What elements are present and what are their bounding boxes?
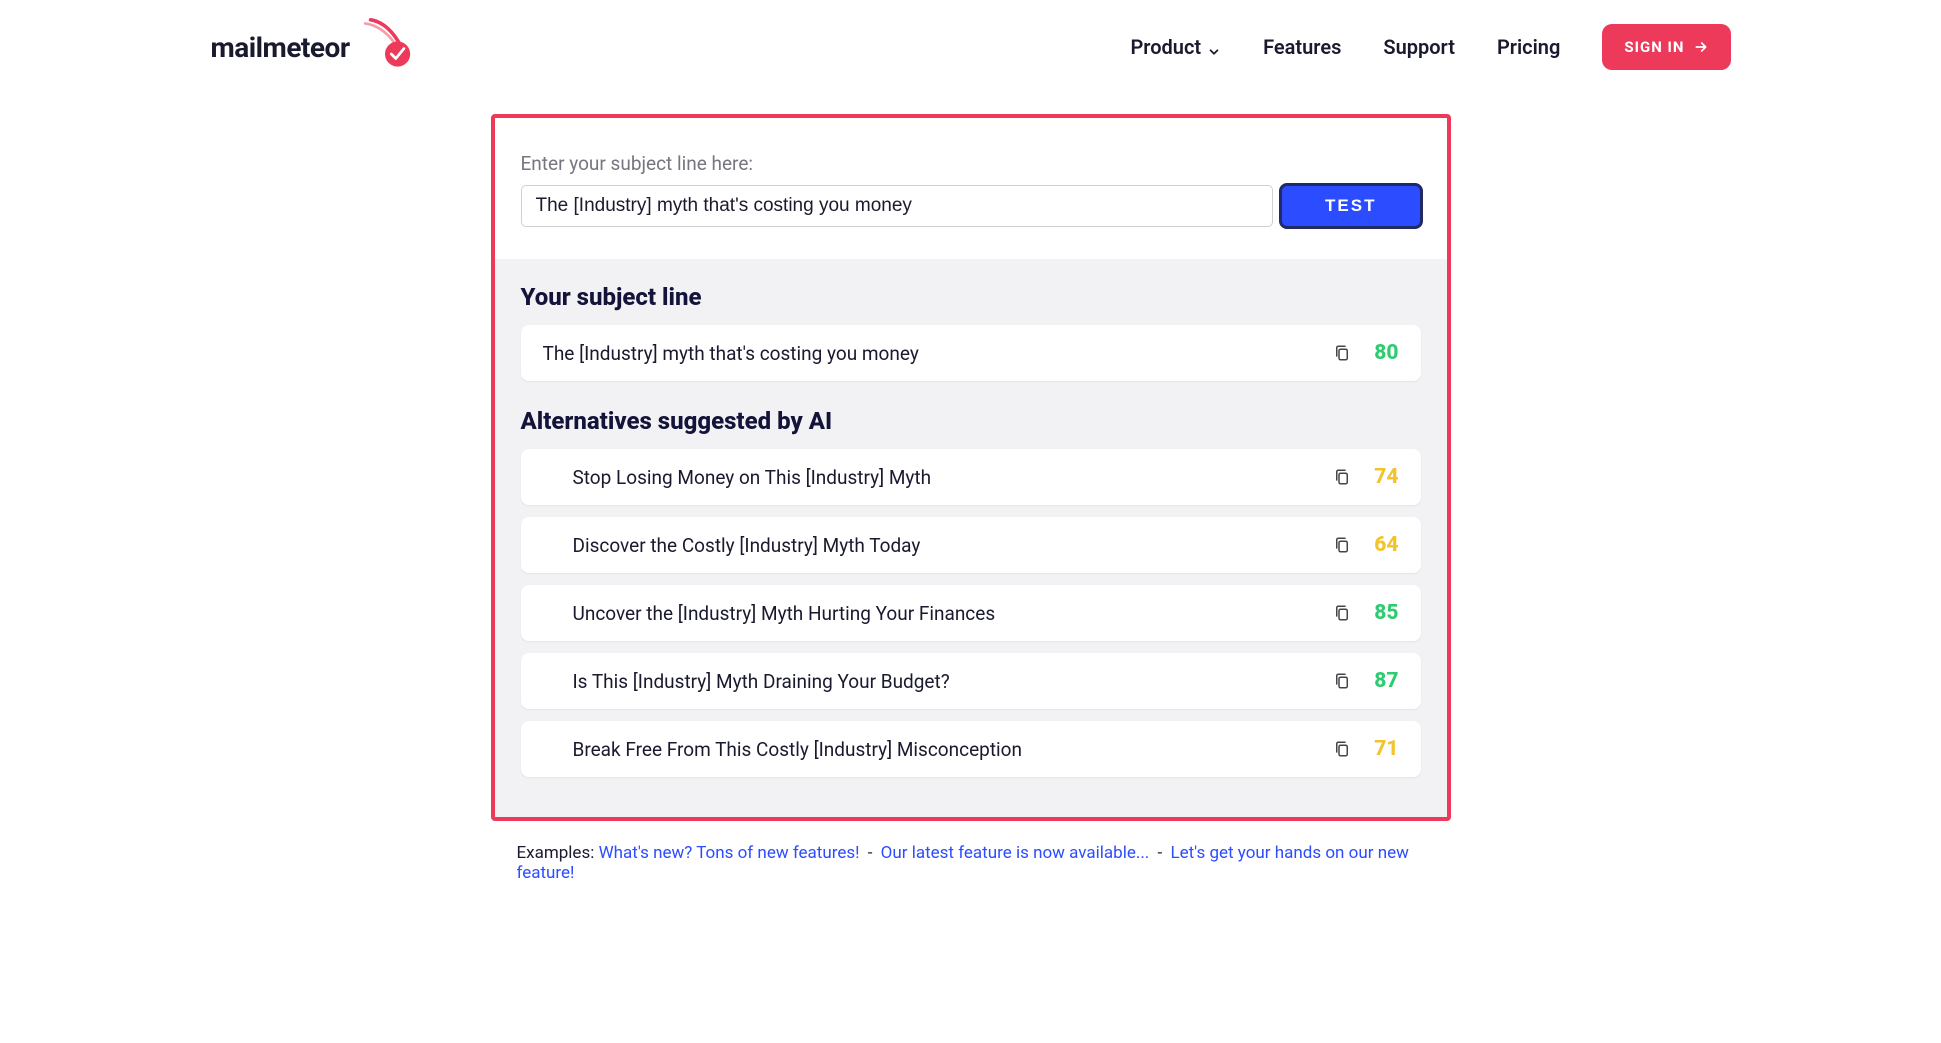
alternative-card: Stop Losing Money on This [Industry] Myt… — [521, 449, 1421, 505]
copy-icon[interactable] — [1333, 466, 1351, 488]
signin-label: SIGN IN — [1624, 38, 1684, 56]
subject-line-tester: Enter your subject line here: TEST Your … — [491, 114, 1451, 821]
copy-icon[interactable] — [1333, 342, 1351, 364]
brand-name: mailmeteor — [211, 31, 350, 64]
examples-row: Examples: What's new? Tons of new featur… — [491, 843, 1451, 883]
alternative-card: Break Free From This Costly [Industry] M… — [521, 721, 1421, 777]
input-area: Enter your subject line here: TEST — [495, 118, 1447, 259]
meteor-icon — [358, 18, 412, 72]
your-subject-text: The [Industry] myth that's costing you m… — [543, 342, 1315, 365]
nav-product[interactable]: Product — [1130, 35, 1221, 59]
alternative-text: Break Free From This Costly [Industry] M… — [543, 738, 1315, 761]
example-link[interactable]: Our latest feature is now available... — [881, 843, 1150, 863]
example-link[interactable]: What's new? Tons of new features! — [599, 843, 860, 863]
site-header: mailmeteor Product Features Support Pric… — [211, 20, 1731, 114]
main-nav: Product Features Support Pricing SIGN IN — [1130, 24, 1730, 70]
your-subject-title: Your subject line — [521, 283, 1421, 311]
nav-product-label: Product — [1130, 35, 1201, 59]
separator: - — [1153, 843, 1166, 863]
alternative-text: Discover the Costly [Industry] Myth Toda… — [543, 534, 1315, 557]
examples-label: Examples: — [517, 843, 595, 863]
alternative-score: 74 — [1369, 465, 1399, 489]
alternative-card: Uncover the [Industry] Myth Hurting Your… — [521, 585, 1421, 641]
alternatives-title: Alternatives suggested by AI — [521, 407, 1421, 435]
separator: - — [864, 843, 877, 863]
alternative-score: 64 — [1369, 533, 1399, 557]
alternative-text: Is This [Industry] Myth Draining Your Bu… — [543, 670, 1315, 693]
your-subject-score: 80 — [1369, 341, 1399, 365]
input-row: TEST — [521, 185, 1421, 227]
copy-icon[interactable] — [1333, 534, 1351, 556]
alternatives-list: Stop Losing Money on This [Industry] Myt… — [521, 449, 1421, 777]
your-subject-card: The [Industry] myth that's costing you m… — [521, 325, 1421, 381]
signin-button[interactable]: SIGN IN — [1602, 24, 1730, 70]
alternative-text: Stop Losing Money on This [Industry] Myt… — [543, 466, 1315, 489]
nav-pricing[interactable]: Pricing — [1497, 35, 1560, 59]
nav-support[interactable]: Support — [1383, 35, 1455, 59]
chevron-down-icon — [1207, 40, 1221, 54]
test-button[interactable]: TEST — [1281, 185, 1420, 227]
alternative-card: Is This [Industry] Myth Draining Your Bu… — [521, 653, 1421, 709]
alternative-score: 85 — [1369, 601, 1399, 625]
alternative-card: Discover the Costly [Industry] Myth Toda… — [521, 517, 1421, 573]
alternative-score: 71 — [1369, 737, 1399, 761]
input-label: Enter your subject line here: — [521, 152, 1421, 175]
results-area: Your subject line The [Industry] myth th… — [495, 259, 1447, 817]
copy-icon[interactable] — [1333, 602, 1351, 624]
brand[interactable]: mailmeteor — [211, 20, 412, 74]
nav-features[interactable]: Features — [1263, 35, 1341, 59]
subject-input[interactable] — [521, 185, 1274, 227]
alternative-score: 87 — [1369, 669, 1399, 693]
copy-icon[interactable] — [1333, 738, 1351, 760]
alternative-text: Uncover the [Industry] Myth Hurting Your… — [543, 602, 1315, 625]
copy-icon[interactable] — [1333, 670, 1351, 692]
arrow-right-icon — [1693, 39, 1709, 55]
